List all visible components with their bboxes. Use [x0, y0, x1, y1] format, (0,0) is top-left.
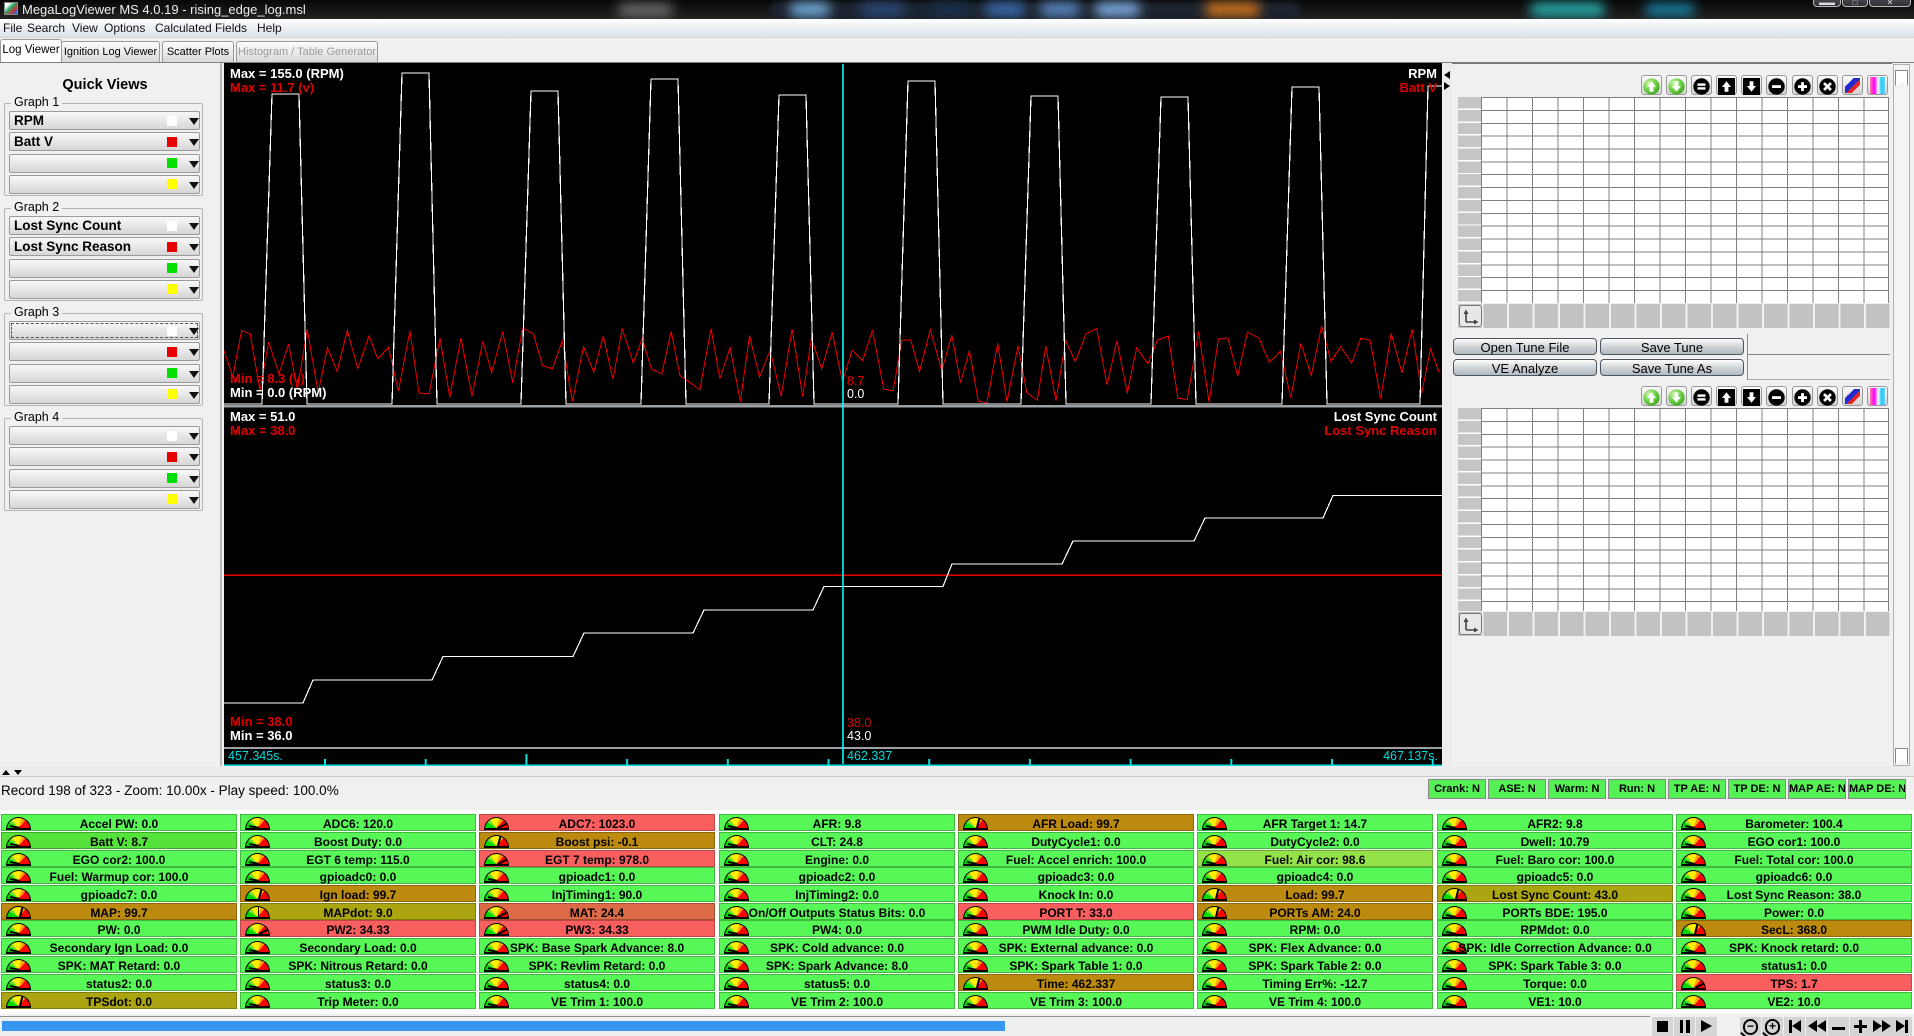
svg-text:Min = 0.0 (RPM): Min = 0.0 (RPM)	[230, 385, 326, 400]
svg-text:43.0: 43.0	[847, 729, 871, 743]
svg-text:0.0: 0.0	[847, 387, 864, 401]
svg-text:8.7: 8.7	[847, 374, 864, 388]
svg-text:Lost Sync Reason: Lost Sync Reason	[1324, 423, 1437, 438]
svg-text:457.345s.: 457.345s.	[228, 749, 283, 763]
svg-text:RPM: RPM	[1408, 66, 1437, 81]
svg-text:Max = 11.7 (v): Max = 11.7 (v)	[230, 80, 314, 95]
svg-text:462.337: 462.337	[847, 749, 892, 763]
svg-text:Min = 38.0: Min = 38.0	[230, 714, 293, 729]
svg-text:Batt V: Batt V	[1399, 80, 1437, 95]
svg-text:Max = 38.0: Max = 38.0	[230, 423, 295, 438]
svg-text:467.137s.: 467.137s.	[1383, 749, 1438, 763]
svg-text:38.0: 38.0	[847, 716, 871, 730]
svg-text:Max = 51.0: Max = 51.0	[230, 409, 295, 424]
svg-text:Lost Sync Count: Lost Sync Count	[1334, 409, 1438, 424]
svg-text:Min = 36.0: Min = 36.0	[230, 728, 293, 743]
svg-text:Max = 155.0 (RPM): Max = 155.0 (RPM)	[230, 66, 344, 81]
svg-text:Min = 8.3 (v): Min = 8.3 (v)	[230, 371, 305, 386]
